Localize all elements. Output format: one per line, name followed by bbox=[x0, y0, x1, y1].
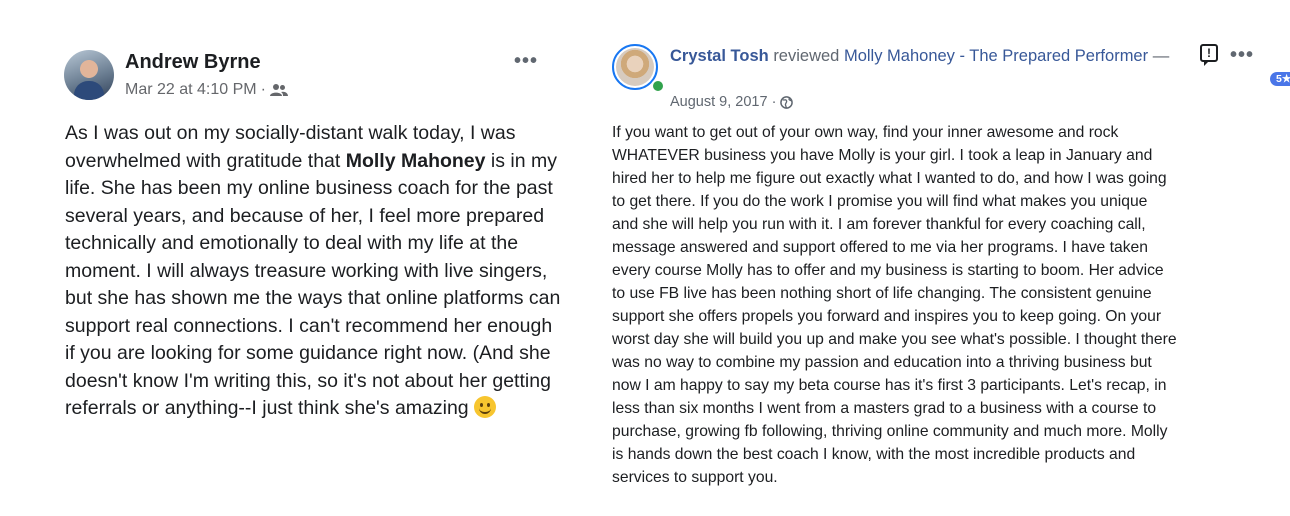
more-options-button[interactable]: ••• bbox=[514, 50, 538, 73]
author-name[interactable]: Andrew Byrne bbox=[125, 51, 261, 74]
online-status-indicator bbox=[651, 79, 665, 93]
review-line: WHATEVER business you have Molly is your… bbox=[612, 147, 1153, 164]
review-line: hired her to help me figure out exactly … bbox=[612, 170, 1167, 187]
review-body: If you want to get out of your own way, … bbox=[612, 121, 1262, 489]
review-line: less than six months I went from a maste… bbox=[612, 400, 1157, 417]
review-line: now I am happy to say my beta course has… bbox=[612, 377, 1167, 394]
crystal-tosh-review: Crystal Tosh reviewed Molly Mahoney - Th… bbox=[600, 0, 1290, 516]
author-avatar[interactable] bbox=[64, 50, 114, 100]
reviewer-avatar-image bbox=[616, 48, 654, 86]
post-body: As I was out on my socially-distant walk… bbox=[65, 120, 565, 423]
review-line: services to support you. bbox=[612, 469, 778, 486]
review-line: support she offers propels you forward a… bbox=[612, 308, 1162, 325]
smiley-icon bbox=[474, 396, 497, 418]
reviewed-page-link[interactable]: Molly Mahoney - The Prepared Performer bbox=[844, 47, 1148, 65]
review-headline: Crystal Tosh reviewed Molly Mahoney - Th… bbox=[670, 47, 1169, 66]
review-line: purchase, growing fb following, thriving… bbox=[612, 423, 1168, 440]
post-meta: Mar 22 at 4:10 PM · bbox=[125, 81, 288, 99]
review-line: every course Molly has to offer and my b… bbox=[612, 262, 1164, 279]
reviewer-name[interactable]: Crystal Tosh bbox=[670, 47, 769, 65]
review-line: If you want to get out of your own way, … bbox=[612, 124, 1119, 141]
meta-separator: · bbox=[260, 81, 266, 98]
globe-icon[interactable] bbox=[780, 94, 794, 110]
review-meta: August 9, 2017 · bbox=[670, 94, 794, 110]
mentioned-name[interactable]: Molly Mahoney bbox=[346, 150, 486, 172]
more-options-button[interactable]: ••• bbox=[1230, 44, 1254, 67]
rating-badge: 5★ bbox=[1270, 72, 1290, 86]
review-line: to get there. If you do the work I promi… bbox=[612, 193, 1148, 210]
friends-icon[interactable] bbox=[269, 81, 288, 99]
review-line: worst day she will build you up and make… bbox=[612, 331, 1177, 348]
review-line: message answered and support offered to … bbox=[612, 239, 1149, 256]
review-line: to use FB live has been nothing short of… bbox=[612, 285, 1152, 302]
andrew-byrne-post: Andrew Byrne Mar 22 at 4:10 PM · ••• As … bbox=[0, 0, 600, 516]
review-date[interactable]: August 9, 2017 · bbox=[670, 94, 776, 110]
report-icon[interactable]: ! bbox=[1200, 44, 1218, 66]
post-body-text-2: is in my life. She has been my online bu… bbox=[65, 149, 561, 420]
review-line: was no way to combine my passion and edu… bbox=[612, 354, 1152, 371]
post-timestamp[interactable]: Mar 22 at 4:10 PM bbox=[125, 81, 257, 99]
review-line: is hands down the best coach I know, wit… bbox=[612, 446, 1136, 463]
review-line: and she will help you run with it. I am … bbox=[612, 216, 1146, 233]
review-verb: reviewed bbox=[773, 47, 840, 65]
headline-dash: — bbox=[1152, 47, 1170, 65]
